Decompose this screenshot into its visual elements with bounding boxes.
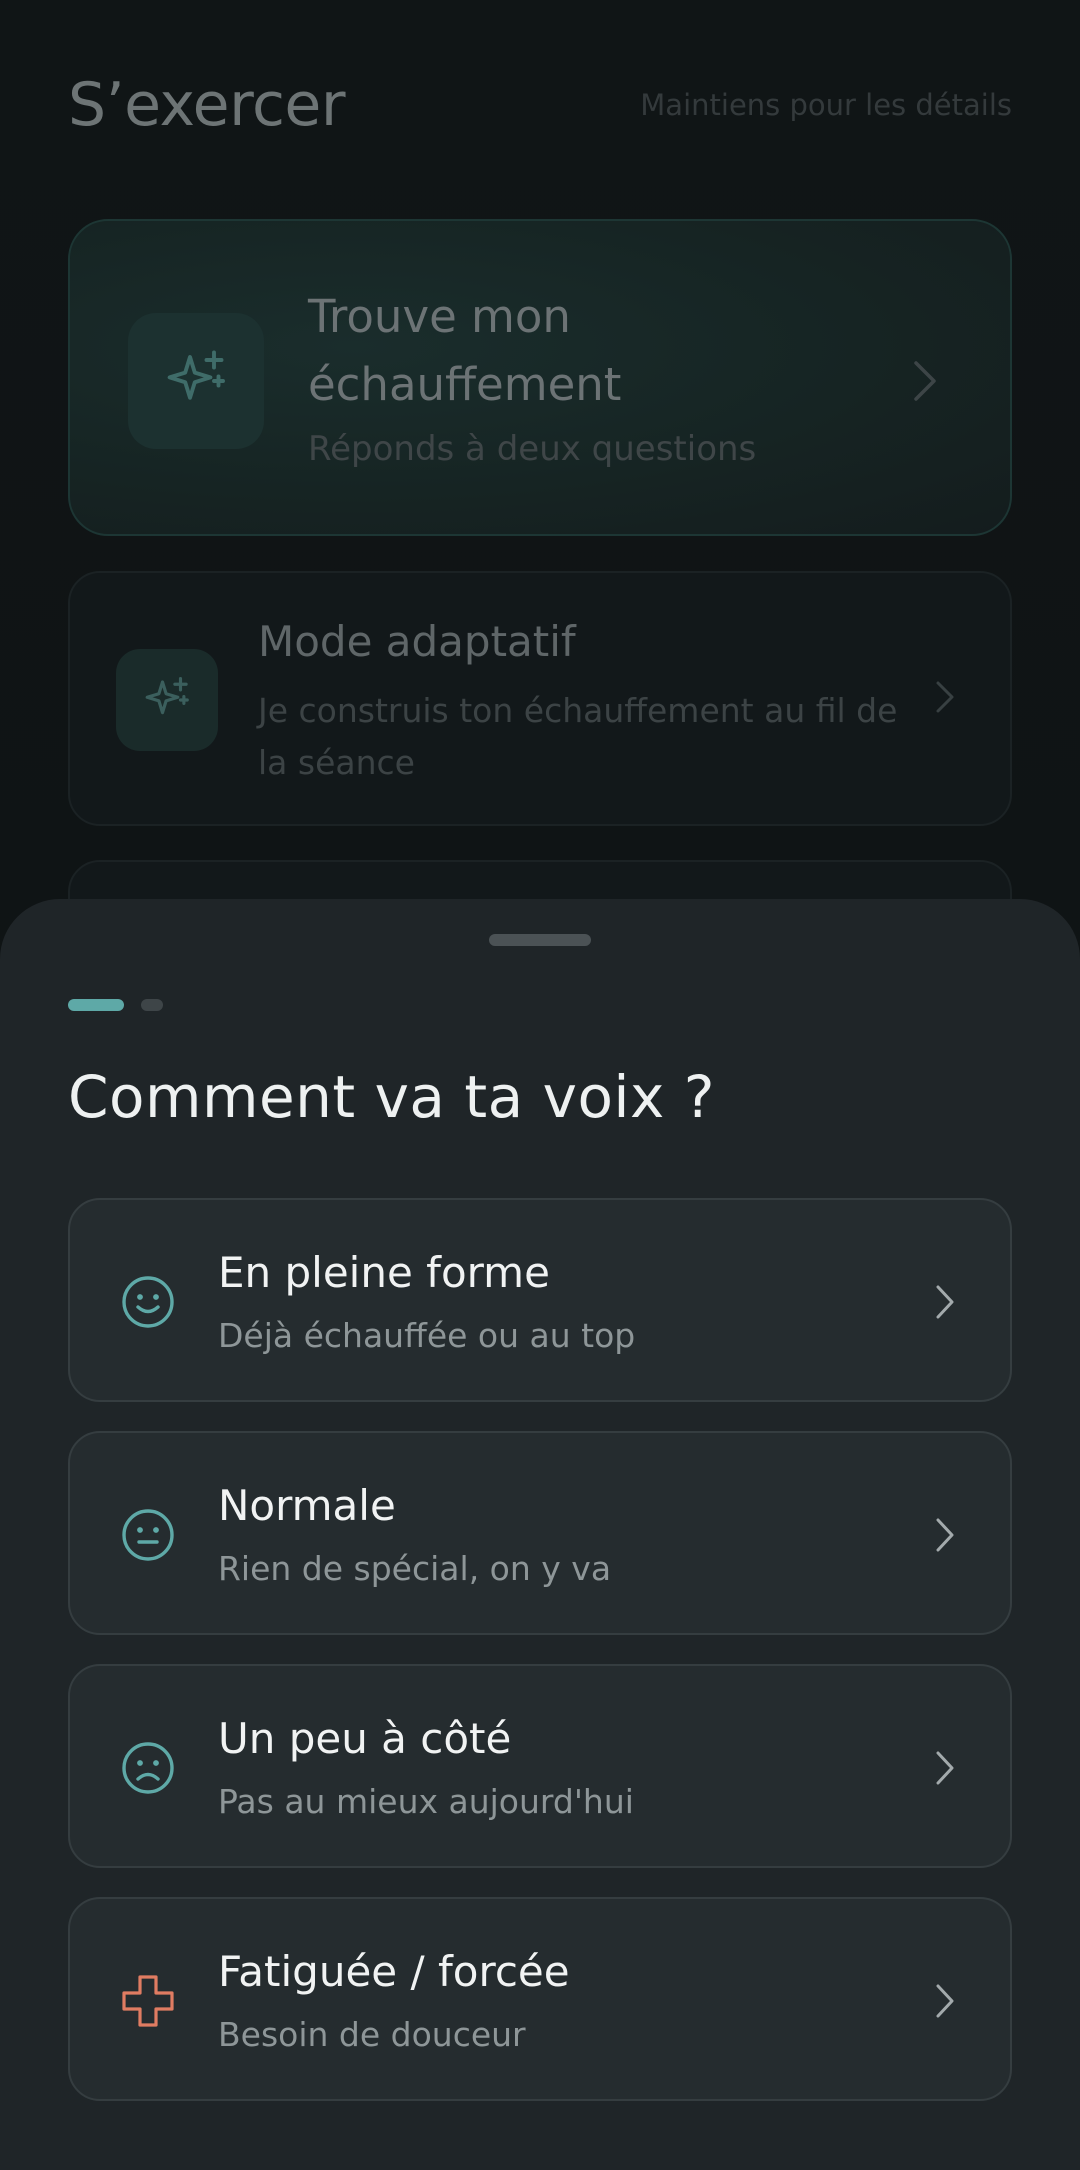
option-subtitle: Déjà échauffée ou au top [218, 1316, 636, 1355]
sparkles-icon [116, 649, 218, 751]
neutral-face-icon [120, 1507, 176, 1563]
option-un-peu-a-cote[interactable]: Un peu à côté Pas au mieux aujourd'hui [68, 1664, 1012, 1868]
medical-cross-icon [120, 1973, 176, 2029]
chevron-right-icon [932, 679, 958, 719]
option-title: Normale [218, 1481, 396, 1530]
long-press-hint: Maintiens pour les détails [640, 88, 1012, 122]
option-normale[interactable]: Normale Rien de spécial, on y va [68, 1431, 1012, 1635]
find-warmup-title: Trouve mon échauffement [308, 290, 622, 411]
chevron-right-icon [932, 1515, 958, 1559]
option-subtitle: Besoin de douceur [218, 2015, 526, 2054]
find-warmup-card[interactable]: Trouve mon échauffement Réponds à deux q… [68, 219, 1012, 536]
sheet-drag-handle[interactable] [489, 934, 591, 946]
option-fatiguee-forcee[interactable]: Fatiguée / forcée Besoin de douceur [68, 1897, 1012, 2101]
find-warmup-subtitle: Réponds à deux questions [308, 429, 757, 469]
voice-check-sheet: Comment va ta voix ? En pleine forme Déj… [0, 899, 1080, 2170]
option-en-pleine-forme[interactable]: En pleine forme Déjà échauffée ou au top [68, 1198, 1012, 1402]
option-subtitle: Pas au mieux aujourd'hui [218, 1782, 634, 1821]
step-indicator-current [68, 999, 124, 1011]
screen: S’exercer Maintiens pour les détails Tro… [0, 0, 1080, 2170]
option-title: En pleine forme [218, 1248, 550, 1297]
adaptive-mode-subtitle: Je construis ton échauffement au fil de … [258, 691, 898, 782]
option-subtitle: Rien de spécial, on y va [218, 1549, 612, 1588]
step-indicator-next [141, 999, 163, 1011]
chevron-right-icon [908, 359, 942, 407]
adaptive-mode-title: Mode adaptatif [258, 617, 576, 666]
option-title: Fatiguée / forcée [218, 1947, 570, 1996]
smile-icon [120, 1274, 176, 1330]
frown-icon [120, 1740, 176, 1796]
sparkles-icon [128, 313, 264, 449]
sheet-title: Comment va ta voix ? [68, 1063, 716, 1131]
page-title: S’exercer [68, 70, 346, 140]
adaptive-mode-card[interactable]: Mode adaptatif Je construis ton échauffe… [68, 571, 1012, 826]
chevron-right-icon [932, 1282, 958, 1326]
chevron-right-icon [932, 1981, 958, 2025]
chevron-right-icon [932, 1748, 958, 1792]
option-title: Un peu à côté [218, 1714, 512, 1763]
